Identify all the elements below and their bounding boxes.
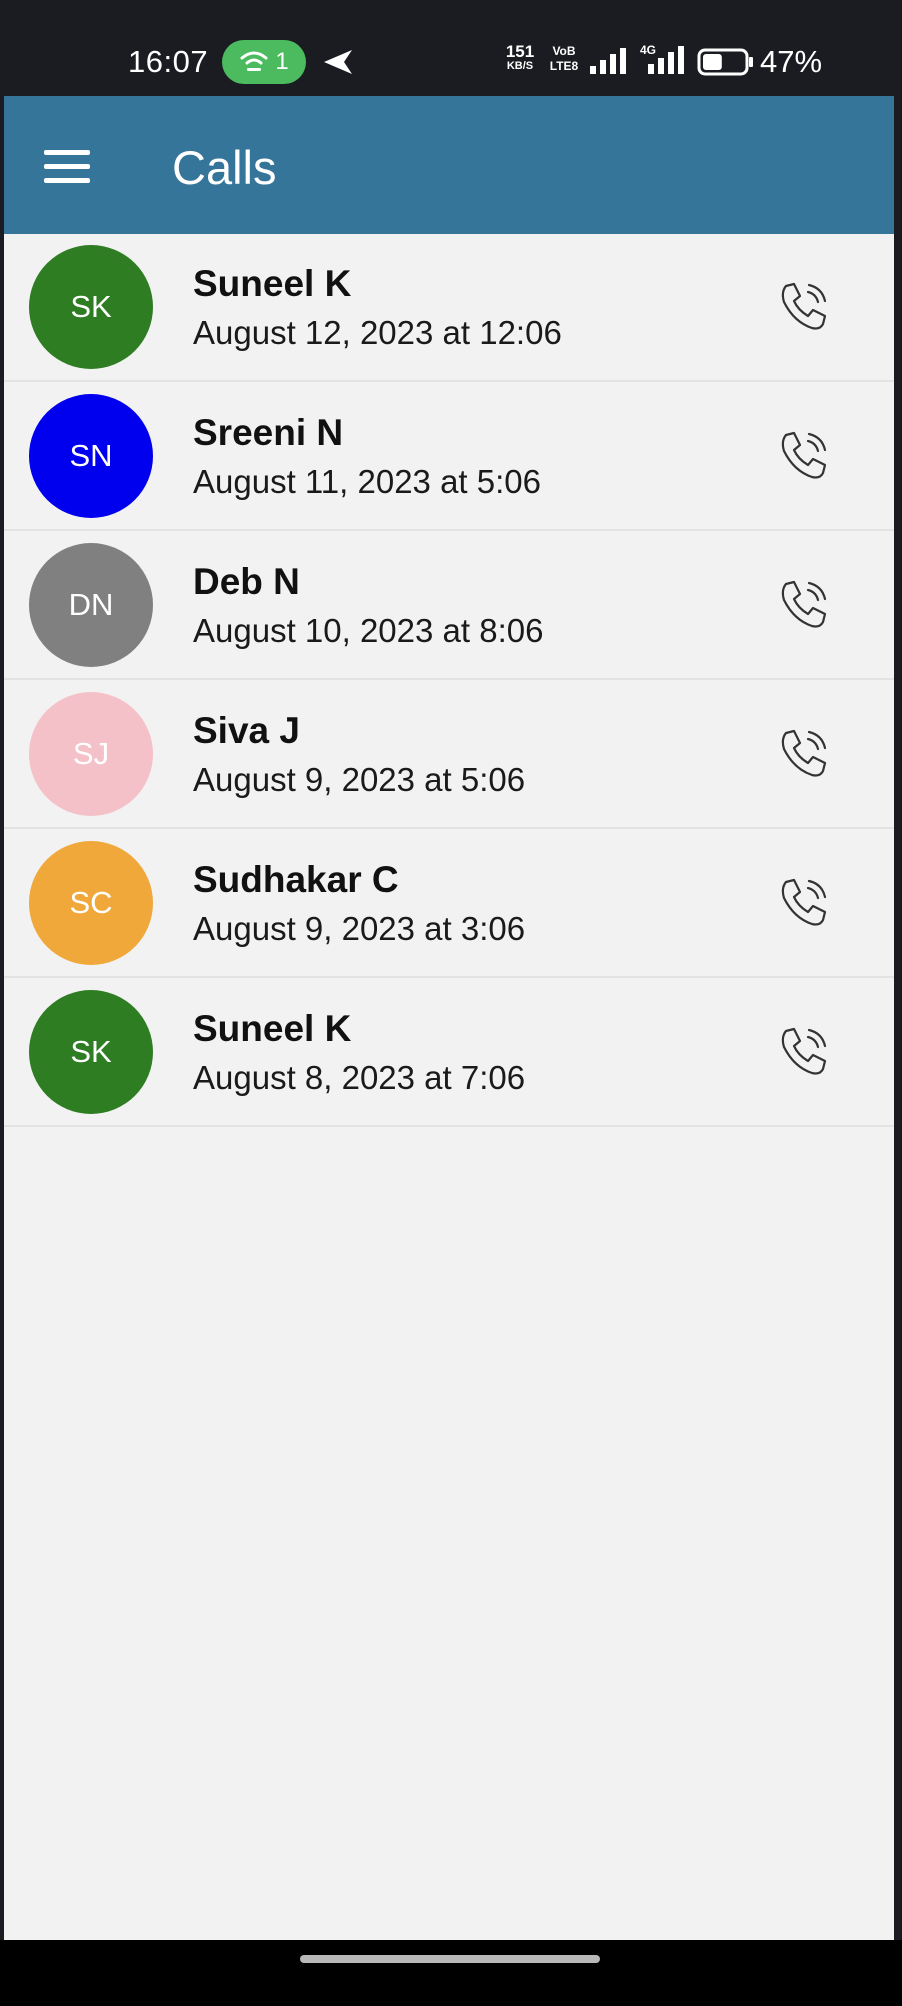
- phone-call-icon: [781, 1027, 827, 1075]
- call-timestamp: August 9, 2023 at 3:06: [193, 910, 526, 947]
- avatar-initials: SN: [69, 438, 113, 473]
- call-button[interactable]: [768, 570, 838, 640]
- avatar: SC: [29, 841, 153, 965]
- home-indicator[interactable]: [300, 1955, 600, 1963]
- navigation-arrow-icon: [324, 50, 352, 74]
- contact-name: Deb N: [193, 561, 300, 602]
- signal-bars-4g-icon: 4G: [640, 43, 684, 74]
- menu-icon-line: [44, 150, 90, 155]
- avatar-initials: SK: [70, 289, 112, 324]
- avatar-initials: SC: [69, 885, 113, 920]
- menu-icon-line: [44, 164, 90, 169]
- avatar-initials: SK: [70, 1034, 112, 1069]
- call-timestamp: August 12, 2023 at 12:06: [193, 314, 562, 351]
- call-list: SK Suneel K August 12, 2023 at 12:06 SN …: [4, 234, 894, 1940]
- avatar: DN: [29, 543, 153, 667]
- status-time: 16:07: [128, 44, 209, 79]
- network-speed-unit: KB/S: [506, 60, 534, 72]
- call-timestamp: August 8, 2023 at 7:06: [193, 1059, 526, 1096]
- call-list-item[interactable]: SC Sudhakar C August 9, 2023 at 3:06: [4, 830, 894, 978]
- call-button[interactable]: [768, 421, 838, 491]
- hotspot-count: 1: [275, 48, 289, 75]
- call-list-item[interactable]: SK Suneel K August 12, 2023 at 12:06: [4, 234, 894, 382]
- call-list-item[interactable]: DN Deb N August 10, 2023 at 8:06: [4, 532, 894, 680]
- call-list-item[interactable]: SK Suneel K August 8, 2023 at 7:06: [4, 979, 894, 1127]
- phone-call-icon: [781, 282, 827, 330]
- system-navigation-bar: [0, 1940, 902, 2006]
- call-button[interactable]: [768, 868, 838, 938]
- phone-call-icon: [781, 878, 827, 926]
- call-timestamp: August 11, 2023 at 5:06: [193, 463, 541, 500]
- call-timestamp: August 9, 2023 at 5:06: [193, 761, 526, 798]
- avatar: SK: [29, 245, 153, 369]
- battery-icon: [697, 48, 753, 76]
- call-timestamp: August 10, 2023 at 8:06: [193, 612, 544, 649]
- call-list-item[interactable]: SN Sreeni N August 11, 2023 at 5:06: [4, 383, 894, 531]
- status-bar: 16:07 1 151 KB/S VoB LTE8 4G 47%: [0, 0, 902, 96]
- network-speed: 151 KB/S: [500, 43, 540, 74]
- hotspot-indicator: 1: [222, 40, 306, 84]
- call-list-item[interactable]: SJ Siva J August 9, 2023 at 5:06: [4, 681, 894, 829]
- contact-name: Suneel K: [193, 1008, 352, 1049]
- app-bar: [4, 96, 894, 234]
- phone-call-icon: [781, 431, 827, 479]
- contact-name: Sudhakar C: [193, 859, 399, 900]
- call-button[interactable]: [768, 272, 838, 342]
- phone-screen: 16:07 1 151 KB/S VoB LTE8 4G 47% Calls S…: [0, 0, 902, 2006]
- phone-call-icon: [781, 729, 827, 777]
- battery-percent: 47%: [760, 44, 823, 79]
- contact-name: Sreeni N: [193, 412, 344, 453]
- menu-icon[interactable]: [44, 150, 92, 184]
- volte-top: VoB: [552, 44, 576, 58]
- volte-indicator: VoB LTE8: [546, 44, 582, 74]
- contact-name: Siva J: [193, 710, 300, 751]
- network-type: 4G: [640, 43, 656, 57]
- signal-bars-icon: [590, 48, 626, 74]
- volte-bottom: LTE8: [549, 59, 579, 73]
- page-title: Calls: [172, 141, 277, 194]
- phone-call-icon: [781, 580, 827, 628]
- avatar: SK: [29, 990, 153, 1114]
- call-button[interactable]: [768, 1017, 838, 1087]
- menu-icon-line: [44, 178, 90, 183]
- avatar-initials: DN: [68, 587, 114, 622]
- avatar-initials: SJ: [72, 736, 110, 771]
- contact-name: Suneel K: [193, 263, 352, 304]
- hotspot-icon: [240, 51, 268, 71]
- avatar: SJ: [29, 692, 153, 816]
- call-button[interactable]: [768, 719, 838, 789]
- avatar: SN: [29, 394, 153, 518]
